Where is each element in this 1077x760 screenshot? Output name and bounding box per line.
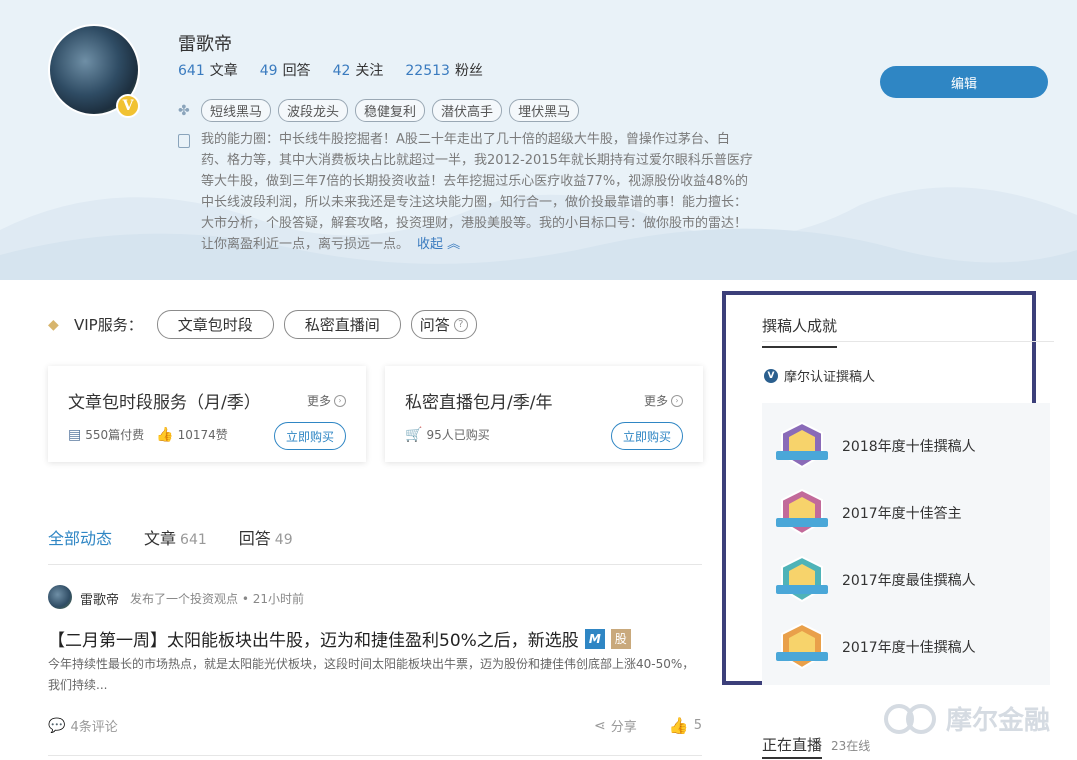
feed-title[interactable]: 【二月第一周】太阳能板块出牛股，迈为和捷佳盈利50%之后，新选股 M 股 — [48, 626, 631, 651]
divider — [762, 341, 1054, 342]
verified-v-icon: V — [116, 94, 140, 118]
user-name: 雷歌帝 — [178, 34, 232, 55]
live-online-count: 23在线 — [831, 739, 871, 753]
share-icon: ⋖ — [594, 717, 606, 734]
stat-articles[interactable]: 641 文章 — [178, 60, 238, 80]
profile-stats: 641 文章 49 回答 42 关注 22513 粉丝 — [178, 60, 483, 80]
achievement-item: 2017年度最佳撰稿人 — [774, 555, 976, 605]
chevron-right-icon: › — [334, 394, 346, 407]
feed-footer: 💬 4条评论 ⋖ 分享 👍 5 — [48, 712, 702, 756]
achievement-item: 2018年度十佳撰稿人 — [774, 421, 976, 471]
chevron-right-icon: › — [671, 394, 683, 407]
tab-answers[interactable]: 回答 49 — [239, 525, 293, 565]
thumb-up-icon: 👍 — [668, 716, 689, 735]
certified-writer: V 摩尔认证撰稿人 — [764, 366, 875, 385]
diamond-icon: ◆ — [48, 316, 59, 333]
medal-icon — [774, 421, 830, 471]
edit-button[interactable]: 编辑 — [880, 66, 1048, 98]
chevron-up-icon: ︽ — [447, 237, 461, 252]
collapse-link[interactable]: 收起 ︽ — [417, 237, 460, 252]
tag-item[interactable]: 短线黑马 — [201, 99, 272, 122]
moer-badge-icon: M — [584, 628, 605, 649]
live-section-title[interactable]: 正在直播 — [762, 734, 823, 759]
feed-action-text: 发布了一个投资观点 • 21小时前 — [130, 592, 304, 606]
feed-author-avatar[interactable] — [48, 585, 72, 609]
medal-icon — [774, 555, 830, 605]
stock-badge-icon: 股 — [610, 628, 631, 649]
thumb-up-icon: 👍 — [156, 426, 174, 443]
document-icon — [178, 134, 190, 148]
feed-summary: 今年持续性最长的市场热点，就是太阳能光伏板块，这段时间太阳能板块出牛票，迈为股份… — [48, 657, 695, 692]
stat-fans[interactable]: 22513 粉丝 — [405, 60, 483, 80]
question-icon: ? — [453, 317, 468, 332]
cart-icon: 🛒 — [405, 426, 423, 443]
clover-icon: ✤ — [178, 102, 190, 119]
card-meta: 🛒 95人已购买 — [405, 426, 490, 443]
watermark: 摩尔金融 — [884, 700, 1050, 737]
more-link[interactable]: 更多 › — [307, 392, 346, 409]
achievements-panel: 撰稿人成就 V 摩尔认证撰稿人 2018年度十佳撰稿人 2017年度十佳答主 2… — [722, 291, 1054, 685]
card-meta: ▤ 550篇付费 👍 10174赞 — [68, 426, 228, 443]
medal-icon — [774, 622, 830, 672]
comments-link[interactable]: 💬 4条评论 — [48, 716, 118, 736]
tag-item[interactable]: 潜伏高手 — [432, 99, 503, 122]
achievements-title: 撰稿人成就 — [762, 315, 838, 348]
service-card-live: 私密直播包月/季/年 更多 › 🛒 95人已购买 立即购买 — [385, 366, 703, 462]
service-private-live[interactable]: 私密直播间 — [283, 310, 401, 339]
card-title: 文章包时段服务（月/季） — [68, 393, 261, 413]
achievement-item: 2017年度十佳答主 — [774, 488, 962, 538]
tab-all[interactable]: 全部动态 — [48, 525, 112, 565]
buy-button[interactable]: 立即购买 — [611, 422, 683, 450]
tag-item[interactable]: 埋伏黑马 — [509, 99, 580, 122]
achievement-item: 2017年度十佳撰稿人 — [774, 622, 976, 672]
article-icon: ▤ — [68, 426, 82, 443]
stat-following[interactable]: 42 关注 — [333, 60, 384, 80]
vip-services: ◆ VIP服务： 文章包时段 私密直播间 问答? — [48, 310, 477, 339]
share-button[interactable]: ⋖ 分享 — [594, 716, 637, 736]
stat-answers[interactable]: 49 回答 — [260, 60, 311, 80]
bio-text: 我的能力圈：中长线牛股挖掘者！A股二十年走出了几十倍的超级大牛股，曾操作过茅台、… — [201, 132, 753, 252]
service-article-period[interactable]: 文章包时段 — [156, 310, 274, 339]
tag-list: ✤ 短线黑马 波段龙头 稳健复利 潜伏高手 埋伏黑马 — [178, 99, 580, 122]
moer-logo-icon — [884, 702, 940, 736]
achievement-list: 2018年度十佳撰稿人 2017年度十佳答主 2017年度最佳撰稿人 2017年… — [762, 403, 1050, 685]
feed-tabs: 全部动态 文章 641 回答 49 — [48, 525, 702, 565]
service-card-article: 文章包时段服务（月/季） 更多 › ▤ 550篇付费 👍 10174赞 立即购买 — [48, 366, 366, 462]
comment-icon: 💬 — [48, 717, 66, 734]
card-title: 私密直播包月/季/年 — [405, 393, 553, 413]
tag-item[interactable]: 波段龙头 — [278, 99, 349, 122]
more-link[interactable]: 更多 › — [644, 392, 683, 409]
vip-label: VIP服务： — [74, 316, 143, 334]
tag-item[interactable]: 稳健复利 — [355, 99, 426, 122]
buy-button[interactable]: 立即购买 — [274, 422, 346, 450]
feed-author-name[interactable]: 雷歌帝 — [80, 589, 119, 608]
medal-icon — [774, 488, 830, 538]
like-button[interactable]: 👍 5 — [669, 716, 702, 735]
verified-icon: V — [764, 368, 778, 383]
tab-articles[interactable]: 文章 641 — [144, 525, 207, 565]
service-qa[interactable]: 问答? — [410, 310, 477, 339]
